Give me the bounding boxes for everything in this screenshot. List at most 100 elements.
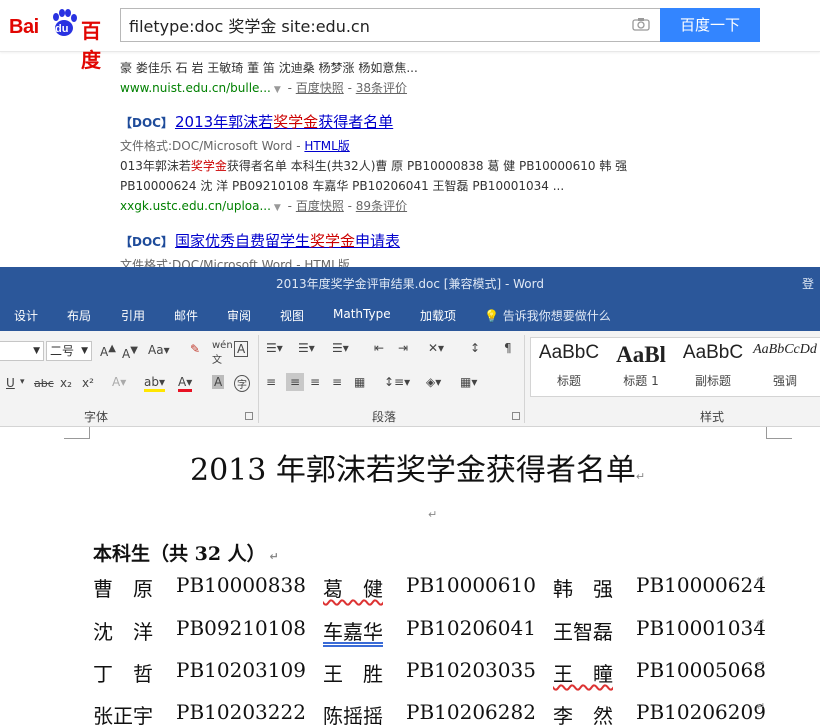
document-page[interactable]: 2013 年郭沫若奖学金获得者名单↵ ↵ 本科生（共 32 人） ↵ 曹 原 PB… [0,427,820,727]
change-case-icon[interactable]: Aa▾ [148,343,170,357]
word-titlebar: 2013年度奖学金评审结果.doc [兼容模式] - Word 登 [0,267,820,297]
result-snippet: 013年郭沫若奖学金获得者名单 本科生(共32人)曹 原 PB10000838 … [120,159,628,173]
doc-tag: 【DOC】 [120,235,173,249]
shading-icon[interactable]: ◈▾ [426,375,441,389]
ribbon: ▼ 二号 ▼ A▲ A▼ Aa▾ ✎ wén 文 A U ▾ abc x₂ x² A… [0,331,820,427]
result-title-row: 【DOC】 2013年郭沫若奖学金获得者名单 [120,112,393,133]
tab-mathtype[interactable]: MathType [333,307,391,321]
styles-gallery: AaBbC 标题 AaBl 标题 1 AaBbC 副标题 AaBbCcDd 强调 [530,337,820,397]
asian-layout-icon[interactable]: ✕▾ [428,341,444,355]
underline-icon[interactable]: U [6,376,15,390]
doc-subtitle: 本科生（共 32 人） ↵ [93,543,279,565]
word-window: 2013年度奖学金评审结果.doc [兼容模式] - Word 登 设计 布局 … [0,267,820,727]
sort-icon[interactable]: ↕ [470,341,480,355]
table-row: 张正宇 PB10203222 陈摇摇 PB10206282 李 然 PB1020620… [93,700,766,727]
subscript-icon[interactable]: x₂ [60,376,72,390]
dropdown-arrow-icon[interactable]: ▼ [274,198,281,218]
tab-layout[interactable]: 布局 [67,307,91,324]
align-left-icon[interactable]: ≡ [266,375,276,389]
baidu-header: Bai du 百度 百度一下 [0,0,820,72]
crop-mark [766,427,792,439]
ribbon-tabs: 设计 布局 引用 邮件 审阅 视图 MathType 加载项 💡 告诉我你想要做… [0,297,820,331]
search-input[interactable] [121,9,611,41]
numbering-icon[interactable]: ☰▾ [298,341,315,355]
underline-dropdown-icon[interactable]: ▾ [20,377,25,387]
logo-baidu-cn: 百度 [81,19,101,72]
style-subtitle[interactable]: AaBbC 副标题 [677,342,749,389]
tab-addins[interactable]: 加载项 [420,307,456,324]
cache-link[interactable]: 百度快照 [296,81,344,95]
result-snippet-2: PB10000624 沈 洋 PB09210108 车嘉华 PB10206041… [120,179,565,193]
result-title-link[interactable]: 2013年郭沫若奖学金获得者名单 [175,113,393,131]
group-separator [524,335,525,423]
paragraph-mark: ↵ [428,508,438,521]
line-spacing-icon[interactable]: ↕≡▾ [384,375,410,389]
reviews-link[interactable]: 89条评价 [356,199,407,213]
paragraph-dialog-launcher-icon[interactable] [512,412,520,420]
tab-review[interactable]: 审阅 [227,307,251,324]
align-right-icon[interactable]: ≡ [310,375,320,389]
superscript-icon[interactable]: x² [82,376,94,390]
font-name-select[interactable]: ▼ [0,341,44,361]
justify-icon[interactable]: ≡ [332,375,342,389]
clear-format-icon[interactable]: ✎ [190,342,200,356]
shrink-font-icon[interactable]: A▼ [122,345,138,361]
result-title-link[interactable]: 国家优秀自费留学生奖学金申请表 [175,232,400,250]
result-title-row: 【DOC】 国家优秀自费留学生奖学金申请表 [120,231,400,252]
camera-icon[interactable] [632,17,650,31]
text-effects-icon[interactable]: A▾ [112,375,126,389]
group-separator [258,335,259,423]
strikethrough-icon[interactable]: abc [34,377,54,390]
logo-du: du [55,23,69,35]
html-version-link[interactable]: HTML版 [304,139,349,153]
search-box [120,8,660,42]
group-label-font: 字体 [84,410,109,424]
table-row: 丁 哲 PB10203109 王 胜 PB10203035 王 瞳 PB1000506… [93,658,766,686]
result-url[interactable]: www.nuist.edu.cn/bulle... [120,81,271,95]
multilevel-list-icon[interactable]: ☰▾ [332,341,349,355]
doc-title: 2013 年郭沫若奖学金获得者名单↵ [190,453,646,488]
style-heading-1[interactable]: AaBl 标题 1 [605,342,677,389]
group-label-styles: 样式 [700,410,725,424]
result-format: 文件格式:DOC/Microsoft Word - HTML版 [120,139,350,153]
distributed-icon[interactable]: ▦ [354,375,365,389]
grow-font-icon[interactable]: A▲ [100,343,116,359]
char-shading-icon[interactable]: A [212,375,225,389]
tab-references[interactable]: 引用 [121,307,145,324]
align-center-icon[interactable]: ≡ [286,373,305,391]
tell-me-box[interactable]: 💡 告诉我你想要做什么 [484,307,611,324]
borders-icon[interactable]: ▦▾ [460,375,477,389]
baidu-logo[interactable]: Bai du 百度 [9,6,113,72]
logo-bai: Bai [9,16,39,38]
result-meta: xxgk.ustc.edu.cn/uploa... ▼ - 百度快照 - 89条评… [120,196,407,218]
crop-mark [64,427,90,439]
search-button[interactable]: 百度一下 [660,8,760,42]
font-dialog-launcher-icon[interactable] [245,412,253,420]
style-title[interactable]: AaBbC 标题 [533,342,605,389]
tab-view[interactable]: 视图 [280,307,304,324]
show-marks-icon[interactable]: ¶ [504,341,512,355]
decrease-indent-icon[interactable]: ⇤ [374,341,384,355]
result-url[interactable]: xxgk.ustc.edu.cn/uploa... [120,199,271,213]
reviews-link[interactable]: 38条评价 [356,81,407,95]
tab-design[interactable]: 设计 [14,307,38,324]
dropdown-arrow-icon[interactable]: ▼ [274,80,281,100]
cache-link[interactable]: 百度快照 [296,199,344,213]
window-title: 2013年度奖学金评审结果.doc [兼容模式] - Word [276,277,544,291]
group-label-paragraph: 段落 [372,410,397,424]
enclose-char-icon[interactable]: 字 [234,375,250,392]
lightbulb-icon: 💡 [484,309,499,323]
bullets-icon[interactable]: ☰▾ [266,341,283,355]
char-border-icon[interactable]: A [234,341,249,357]
highlight-icon[interactable]: ab▾ [144,375,165,392]
font-size-select[interactable]: 二号 ▼ [46,341,92,361]
result-snippet: 豪 娄佳乐 石 岩 王敏琦 董 笛 沈迪桑 杨梦涨 杨如意焦... [120,61,418,75]
increase-indent-icon[interactable]: ⇥ [398,341,408,355]
font-color-icon[interactable]: A▾ [178,375,193,392]
style-emphasis[interactable]: AaBbCcDd 强调 [749,342,820,389]
result-meta: www.nuist.edu.cn/bulle... ▼ - 百度快照 - 38条评… [120,78,407,100]
table-row: 沈 洋 PB09210108 车嘉华 PB10206041 王智磊 PB1000103… [93,616,766,644]
phonetic-guide-icon[interactable]: wén 文 [212,340,233,366]
login-link[interactable]: 登 [802,275,820,292]
tab-mailings[interactable]: 邮件 [174,307,198,324]
